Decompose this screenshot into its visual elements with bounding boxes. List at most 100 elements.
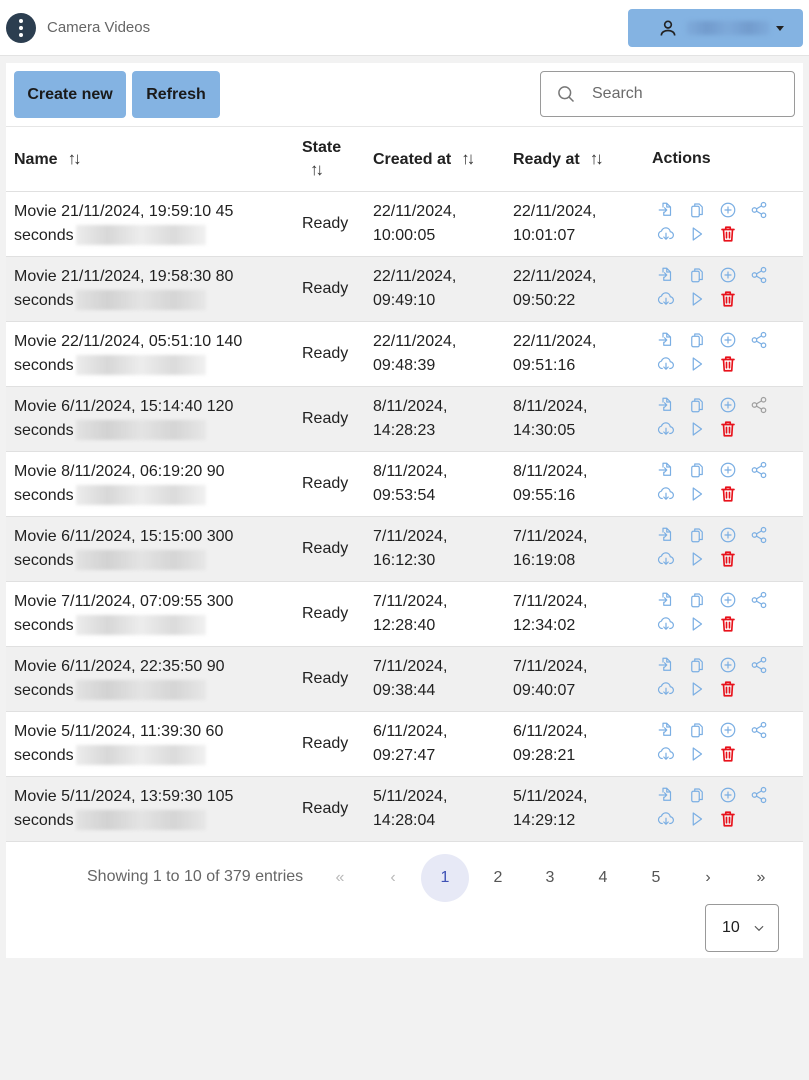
delete-button[interactable]: [718, 679, 738, 699]
play-button[interactable]: [687, 809, 707, 829]
share-button[interactable]: [749, 330, 769, 350]
cloud-download-button[interactable]: [656, 614, 676, 634]
copy-button[interactable]: [687, 265, 707, 285]
import-button[interactable]: [656, 460, 676, 480]
play-button[interactable]: [687, 614, 707, 634]
delete-button[interactable]: [718, 419, 738, 439]
import-button[interactable]: [656, 200, 676, 220]
page-1-button[interactable]: 1: [421, 853, 469, 902]
page-2-button[interactable]: 2: [474, 854, 522, 902]
delete-button[interactable]: [718, 224, 738, 244]
add-circle-button[interactable]: [718, 265, 738, 285]
menu-button[interactable]: [6, 13, 36, 43]
import-button[interactable]: [656, 720, 676, 740]
copy-button[interactable]: [687, 460, 707, 480]
import-button[interactable]: [656, 265, 676, 285]
search-box[interactable]: [540, 71, 795, 117]
next-page-button[interactable]: ›: [684, 854, 732, 902]
cloud-download-button[interactable]: [656, 484, 676, 504]
import-button[interactable]: [656, 590, 676, 610]
create-new-button[interactable]: Create new: [14, 71, 126, 118]
sort-icon[interactable]: ↑↓: [68, 149, 82, 169]
play-button[interactable]: [687, 679, 707, 699]
per-page-select[interactable]: 10: [705, 903, 779, 952]
play-button[interactable]: [687, 289, 707, 309]
add-circle-button[interactable]: [718, 460, 738, 480]
search-icon: [558, 86, 575, 103]
page-3-button[interactable]: 3: [526, 854, 574, 902]
sort-icon[interactable]: ↑↓: [461, 149, 475, 169]
delete-button[interactable]: [718, 614, 738, 634]
copy-button[interactable]: [687, 330, 707, 350]
delete-button[interactable]: [718, 744, 738, 764]
add-circle-button[interactable]: [718, 395, 738, 415]
table-row: Movie 7/11/2024, 07:09:55 300 seconds Re…: [6, 581, 803, 646]
cloud-download-button[interactable]: [656, 809, 676, 829]
cloud-download-button[interactable]: [656, 744, 676, 764]
share-button[interactable]: [749, 590, 769, 610]
import-button[interactable]: [656, 785, 676, 805]
import-button[interactable]: [656, 525, 676, 545]
copy-button[interactable]: [687, 395, 707, 415]
share-button[interactable]: [749, 720, 769, 740]
share-button[interactable]: [749, 395, 769, 415]
sort-icon[interactable]: ↑↓: [310, 159, 357, 181]
add-circle-button[interactable]: [718, 785, 738, 805]
share-button[interactable]: [749, 200, 769, 220]
cloud-download-button[interactable]: [656, 419, 676, 439]
add-circle-button[interactable]: [718, 590, 738, 610]
copy-button[interactable]: [687, 590, 707, 610]
cell-state: Ready: [302, 799, 349, 817]
cloud-download-button[interactable]: [656, 354, 676, 374]
sort-icon[interactable]: ↑↓: [590, 149, 604, 169]
refresh-button[interactable]: Refresh: [132, 71, 220, 118]
delete-button[interactable]: [718, 809, 738, 829]
add-circle-button[interactable]: [718, 720, 738, 740]
column-header-ready-at[interactable]: Ready at ↑↓: [505, 127, 644, 191]
column-header-created-at[interactable]: Created at ↑↓: [365, 127, 505, 191]
share-icon: [751, 266, 767, 283]
cloud-download-button[interactable]: [656, 224, 676, 244]
delete-button[interactable]: [718, 484, 738, 504]
add-circle-button[interactable]: [718, 200, 738, 220]
play-button[interactable]: [687, 484, 707, 504]
copy-button[interactable]: [687, 655, 707, 675]
add-circle-button[interactable]: [718, 525, 738, 545]
copy-button[interactable]: [687, 720, 707, 740]
delete-button[interactable]: [718, 354, 738, 374]
import-button[interactable]: [656, 655, 676, 675]
user-menu-button[interactable]: [628, 9, 803, 47]
column-header-state[interactable]: State ↑↓: [294, 127, 365, 191]
page-5-button[interactable]: 5: [632, 854, 680, 902]
first-page-button[interactable]: «: [316, 854, 364, 902]
share-button[interactable]: [749, 785, 769, 805]
copy-button[interactable]: [687, 525, 707, 545]
delete-button[interactable]: [718, 289, 738, 309]
play-button[interactable]: [687, 354, 707, 374]
share-button[interactable]: [749, 525, 769, 545]
cloud-download-button[interactable]: [656, 289, 676, 309]
cell-ready-at: 5/11/2024, 14:29:12: [513, 787, 588, 829]
add-circle-button[interactable]: [718, 330, 738, 350]
share-button[interactable]: [749, 460, 769, 480]
page-4-button[interactable]: 4: [579, 854, 627, 902]
play-button[interactable]: [687, 744, 707, 764]
column-header-name[interactable]: Name ↑↓: [6, 127, 294, 191]
add-circle-button[interactable]: [718, 655, 738, 675]
cloud-download-button[interactable]: [656, 549, 676, 569]
copy-button[interactable]: [687, 200, 707, 220]
last-page-button[interactable]: »: [737, 854, 785, 902]
delete-button[interactable]: [718, 549, 738, 569]
search-input[interactable]: [590, 84, 770, 104]
play-button[interactable]: [687, 224, 707, 244]
copy-button[interactable]: [687, 785, 707, 805]
prev-page-button[interactable]: ‹: [369, 854, 417, 902]
play-button[interactable]: [687, 549, 707, 569]
import-button[interactable]: [656, 330, 676, 350]
play-button[interactable]: [687, 419, 707, 439]
share-button[interactable]: [749, 265, 769, 285]
share-button[interactable]: [749, 655, 769, 675]
cloud-download-button[interactable]: [656, 679, 676, 699]
import-button[interactable]: [656, 395, 676, 415]
play-icon: [692, 356, 703, 371]
